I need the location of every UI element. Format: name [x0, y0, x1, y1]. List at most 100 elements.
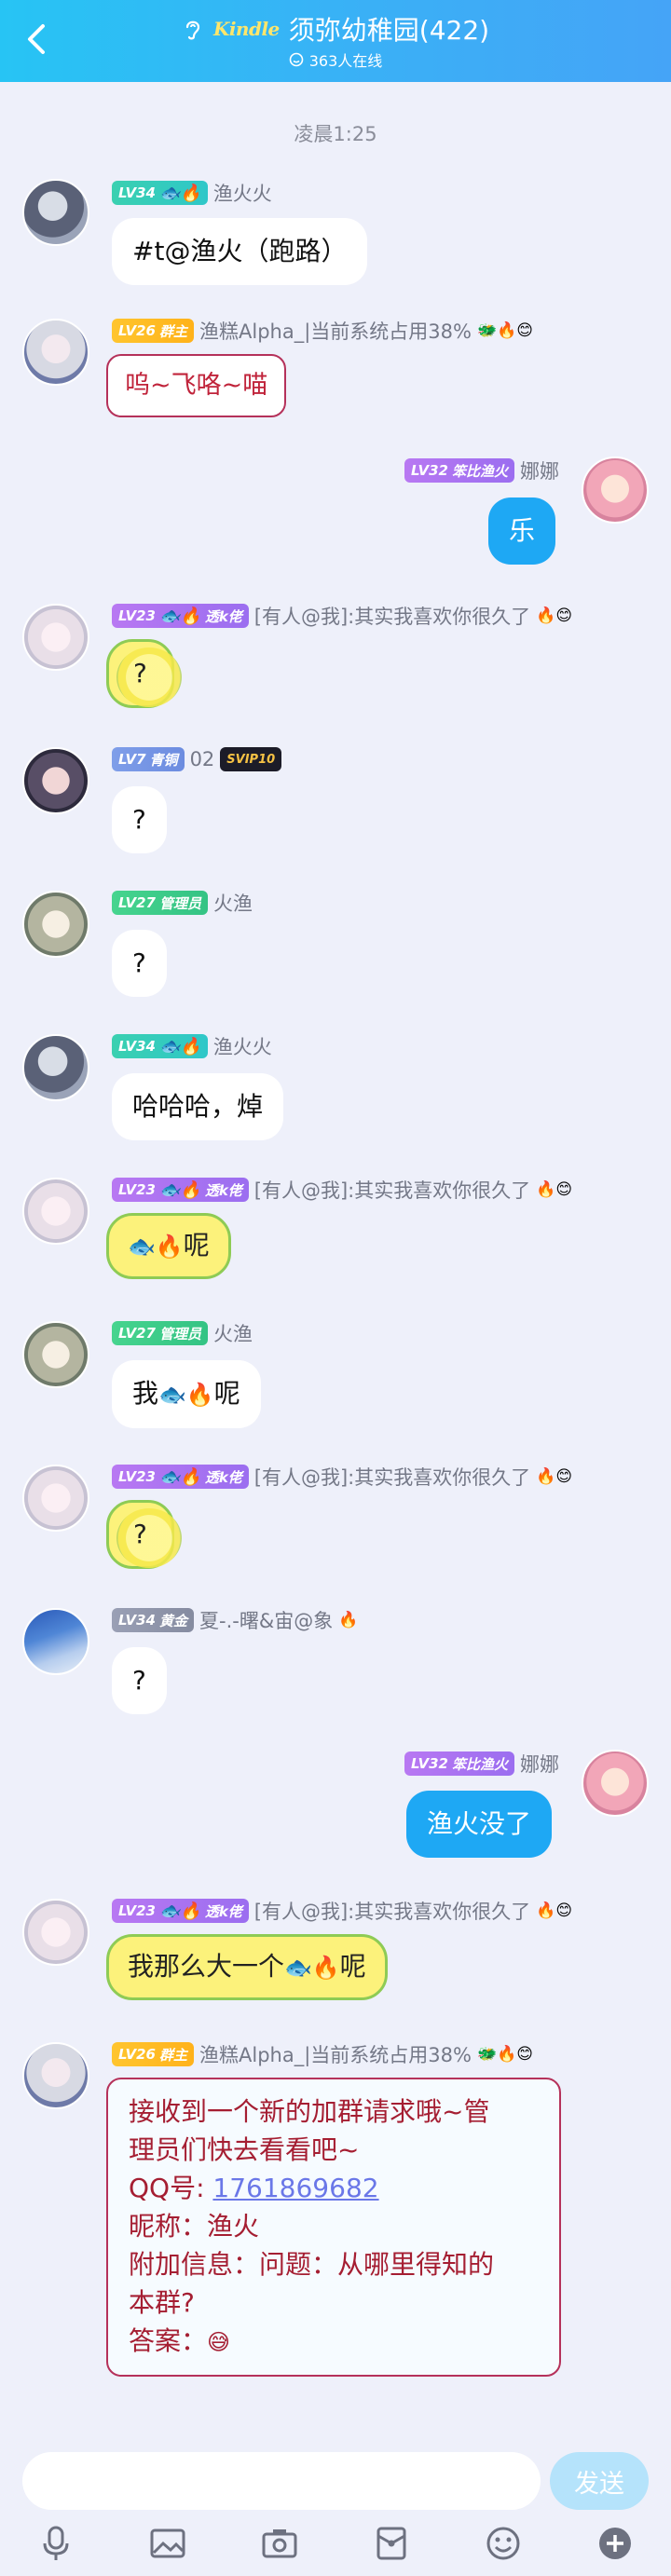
timestamp: 凌晨1:25: [294, 123, 377, 145]
level-badge: LV27 管理员: [112, 891, 208, 915]
nickname[interactable]: 渔糕Alpha_|当前系统占用38%: [199, 2040, 472, 2068]
nickname[interactable]: [有人@我]:其实我喜欢你很久了: [254, 1176, 530, 1204]
plus-icon: [599, 2528, 631, 2559]
kindle-logo: Kindle: [212, 18, 280, 40]
message-bubble[interactable]: 乐: [488, 497, 556, 565]
message-meta: LV27 管理员 火渔: [112, 1319, 253, 1347]
message-input[interactable]: [22, 2452, 541, 2510]
online-count: 363人在线: [289, 48, 383, 71]
message-bubble[interactable]: 🐟🔥呢: [106, 1213, 231, 1279]
avatar[interactable]: [22, 1034, 89, 1101]
avatar[interactable]: [22, 891, 89, 958]
level-badge: LV23 🐟🔥 透k佬: [112, 604, 249, 628]
avatar[interactable]: [22, 1608, 89, 1675]
online-icon: [289, 52, 304, 67]
image-icon: [150, 2528, 185, 2558]
nickname[interactable]: 火渔: [213, 1319, 253, 1347]
avatar[interactable]: [22, 1321, 89, 1388]
level-badge: LV23 🐟🔥 透k佬: [112, 1899, 249, 1923]
image-button[interactable]: [147, 2523, 188, 2564]
message-bubble[interactable]: ?: [112, 1647, 167, 1714]
title-row: Kindle 须弥幼稚园(422): [182, 11, 489, 47]
input-area: 发送: [0, 2441, 671, 2576]
nickname[interactable]: 夏-.-曙&宙@象: [199, 1606, 333, 1634]
message-meta: LV34 黄金 夏-.-曙&宙@象 🔥: [112, 1606, 358, 1634]
group-title: 须弥幼稚园(422): [288, 15, 490, 46]
level-badge: LV34 🐟🔥: [112, 181, 208, 205]
avatar[interactable]: [22, 319, 89, 386]
message-bubble[interactable]: 我🐟🔥呢: [112, 1360, 261, 1428]
message-meta: LV23 🐟🔥 透k佬 [有人@我]:其实我喜欢你很久了 🔥😊: [112, 602, 572, 630]
header-center[interactable]: Kindle 须弥幼稚园(422) 363人在线: [0, 11, 671, 71]
avatar[interactable]: [22, 604, 89, 671]
nickname[interactable]: [有人@我]:其实我喜欢你很久了: [254, 1897, 530, 1925]
red-packet-icon: [377, 2527, 406, 2560]
message-meta: LV27 管理员 火渔: [112, 889, 253, 917]
camera-button[interactable]: [259, 2523, 300, 2564]
avatar[interactable]: [22, 747, 89, 814]
level-badge: LV34 🐟🔥: [112, 1034, 208, 1058]
input-toolbar: [0, 2523, 671, 2569]
sweat-smile-emoji: 😅: [207, 2329, 231, 2355]
chat-area[interactable]: 凌晨1:25 LV34 🐟🔥 渔火火 #t@渔火（跑路） LV26 群主 渔糕Alp…: [0, 82, 671, 2444]
more-button[interactable]: [595, 2523, 636, 2564]
message-meta: LV32 笨比渔火 娜娜: [404, 1750, 559, 1778]
send-button[interactable]: 发送: [550, 2452, 649, 2510]
nickname[interactable]: [有人@我]:其实我喜欢你很久了: [254, 602, 530, 630]
lemon-decoration: [116, 1508, 182, 1568]
message-bubble[interactable]: ?: [106, 639, 182, 708]
message-meta: LV23 🐟🔥 透k佬 [有人@我]:其实我喜欢你很久了 🔥😊: [112, 1463, 572, 1491]
camera-icon: [262, 2529, 297, 2558]
message-meta: LV34 🐟🔥 渔火火: [112, 1032, 272, 1060]
nickname[interactable]: [有人@我]:其实我喜欢你很久了: [254, 1463, 530, 1491]
message-meta: LV23 🐟🔥 透k佬 [有人@我]:其实我喜欢你很久了 🔥😊: [112, 1897, 572, 1925]
fish-fire-emoji: 🐟🔥: [128, 1233, 184, 1260]
avatar[interactable]: [22, 179, 89, 246]
nickname[interactable]: 渔火火: [213, 1032, 272, 1060]
message-bubble[interactable]: ?: [106, 1500, 182, 1569]
message-bubble[interactable]: #t@渔火（跑路）: [112, 218, 368, 285]
message-meta: LV26 群主 渔糕Alpha_|当前系统占用38% 🐲🔥😊: [112, 2040, 533, 2068]
qq-number-link[interactable]: 1761869682: [212, 2173, 378, 2203]
lemon-decoration: [116, 647, 182, 707]
avatar[interactable]: [582, 457, 649, 524]
message-meta: LV23 🐟🔥 透k佬 [有人@我]:其实我喜欢你很久了 🔥😊: [112, 1176, 572, 1204]
avatar[interactable]: [22, 2042, 89, 2109]
message-bubble[interactable]: ?: [112, 930, 167, 997]
microphone-icon: [43, 2526, 69, 2560]
message-bubble[interactable]: 呜~飞咯~喵: [106, 354, 287, 417]
message-bubble[interactable]: 渔火没了: [406, 1791, 553, 1858]
nickname[interactable]: 娜娜: [520, 1750, 559, 1778]
message-meta: LV26 群主 渔糕Alpha_|当前系统占用38% 🐲🔥😊: [112, 317, 533, 345]
emoji-icon: [486, 2527, 520, 2560]
nickname[interactable]: 02: [190, 748, 215, 770]
message-bubble[interactable]: ?: [112, 786, 167, 853]
level-badge: LV7 青铜: [112, 747, 185, 771]
avatar[interactable]: [22, 1465, 89, 1532]
avatar[interactable]: [22, 1178, 89, 1245]
fish-fire-emoji: 🐟🔥: [158, 1382, 214, 1408]
nickname[interactable]: 娜娜: [520, 457, 559, 484]
avatar[interactable]: [22, 1899, 89, 1966]
chat-header: Kindle 须弥幼稚园(422) 363人在线: [0, 0, 671, 82]
message-bubble[interactable]: 我那么大一个🐟🔥呢: [106, 1934, 388, 2000]
emoji-button[interactable]: [483, 2523, 524, 2564]
fish-fire-emoji: 🐟🔥: [284, 1955, 340, 1981]
ear-icon: [185, 20, 200, 40]
vip-badge: SVIP10: [220, 747, 282, 771]
level-badge: LV26 群主: [112, 319, 194, 343]
avatar[interactable]: [582, 1750, 649, 1817]
online-text: 363人在线: [308, 52, 383, 70]
message-meta: LV7 青铜 02 SVIP10: [112, 745, 282, 773]
level-badge: LV23 🐟🔥 透k佬: [112, 1178, 249, 1202]
microphone-button[interactable]: [35, 2523, 76, 2564]
level-badge: LV26 群主: [112, 2042, 194, 2066]
nickname[interactable]: 渔火火: [213, 179, 272, 207]
level-badge: LV27 管理员: [112, 1321, 208, 1345]
message-meta: LV32 笨比渔火 娜娜: [404, 457, 559, 484]
red-packet-button[interactable]: [371, 2523, 412, 2564]
join-request-card[interactable]: 接收到一个新的加群请求哦~管 理员们快去看看吧~ QQ号: 1761869682…: [106, 2078, 561, 2377]
nickname[interactable]: 火渔: [213, 889, 253, 917]
nickname[interactable]: 渔糕Alpha_|当前系统占用38%: [199, 317, 472, 345]
message-bubble[interactable]: 哈哈哈，焯: [112, 1073, 284, 1140]
